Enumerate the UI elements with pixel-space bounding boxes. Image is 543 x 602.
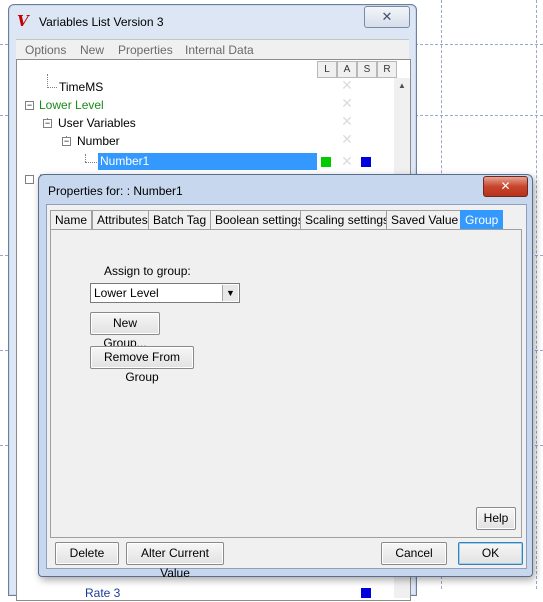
close-button[interactable]: ✕	[364, 6, 410, 28]
tree-item-number[interactable]: − Number	[17, 132, 317, 150]
l-flag-icon[interactable]	[321, 157, 331, 167]
tree-item-label: TimeMS	[59, 80, 104, 94]
dialog-body: Name Attributes Batch Tag Boolean settin…	[46, 204, 527, 580]
properties-dialog: Properties for: : Number1 ✕ Name Attribu…	[38, 174, 533, 580]
tree-item-rate3[interactable]: Rate 3	[17, 584, 317, 602]
grid-line	[536, 0, 537, 589]
tab-name[interactable]: Name	[50, 210, 93, 230]
s-flag-icon[interactable]	[361, 588, 371, 598]
tab-group[interactable]: Group	[460, 210, 504, 230]
remove-from-group-button[interactable]: Remove From Group	[90, 346, 194, 384]
window-title: Variables List Version 3	[39, 15, 164, 29]
dialog-close-button[interactable]: ✕	[483, 176, 528, 197]
menu-properties[interactable]: Properties	[118, 43, 173, 57]
tree-item-lower-level[interactable]: − Lower Level	[17, 96, 317, 114]
tab-strip: Name Attributes Batch Tag Boolean settin…	[50, 210, 520, 230]
menu-new[interactable]: New	[80, 43, 104, 57]
collapse-icon[interactable]	[25, 175, 34, 184]
new-group-button[interactable]: New Group...	[90, 312, 160, 350]
menu-internal-data[interactable]: Internal Data	[185, 43, 254, 57]
column-header-s[interactable]: S	[357, 61, 377, 78]
title-bar[interactable]: V Variables List Version 3 ✕	[9, 5, 416, 35]
ok-button[interactable]: OK	[458, 542, 523, 565]
dialog-title: Properties for: : Number1	[48, 184, 183, 198]
assign-group-label: Assign to group:	[104, 264, 191, 278]
tab-scaling-settings[interactable]: Scaling settings	[300, 210, 395, 230]
help-button[interactable]: Help	[476, 507, 516, 530]
s-flag-icon[interactable]	[361, 157, 371, 167]
column-header-l[interactable]: L	[317, 61, 337, 78]
disabled-x-icon: ✕	[341, 77, 353, 93]
column-header-a[interactable]: A	[337, 61, 357, 78]
disabled-x-icon: ✕	[341, 95, 353, 111]
app-logo-icon: V	[17, 12, 29, 30]
scroll-up-icon[interactable]: ▲	[398, 81, 406, 90]
chevron-down-icon[interactable]: ▼	[222, 285, 238, 301]
group-select-value: Lower Level	[94, 286, 159, 300]
collapse-icon[interactable]: −	[43, 119, 52, 128]
tree-item-label: Number1	[100, 154, 150, 168]
disabled-x-icon: ✕	[341, 131, 353, 147]
tree-item-label: User Variables	[58, 116, 136, 130]
group-tab-panel: Assign to group: Lower Level ▼ New Group…	[50, 229, 522, 538]
disabled-x-icon: ✕	[341, 153, 353, 169]
menu-options[interactable]: Options	[25, 43, 66, 57]
tree-item-label: Rate 3	[85, 586, 121, 600]
tree-item-label: Lower Level	[39, 98, 104, 112]
cancel-button[interactable]: Cancel	[381, 542, 447, 565]
tab-saved-value[interactable]: Saved Value	[386, 210, 464, 230]
column-header-r[interactable]: R	[377, 61, 397, 78]
tab-attributes[interactable]: Attributes	[92, 210, 153, 230]
tree-item-number1[interactable]: Number1	[17, 153, 317, 171]
collapse-icon[interactable]: −	[25, 101, 34, 110]
tree-item-label: Number	[77, 134, 120, 148]
collapse-icon[interactable]: −	[62, 137, 71, 146]
delete-button[interactable]: Delete	[55, 542, 119, 565]
menu-bar: Options New Properties Internal Data	[16, 39, 409, 60]
tab-batch-tag[interactable]: Batch Tag	[148, 210, 212, 230]
group-select[interactable]: Lower Level ▼	[90, 283, 240, 303]
disabled-x-icon: ✕	[341, 113, 353, 129]
tree-item-timems[interactable]: TimeMS	[17, 78, 317, 96]
alter-current-value-button[interactable]: Alter Current Value	[126, 542, 224, 580]
tree-item-user-variables[interactable]: − User Variables	[17, 114, 317, 132]
tab-boolean-settings[interactable]: Boolean settings	[210, 210, 309, 230]
